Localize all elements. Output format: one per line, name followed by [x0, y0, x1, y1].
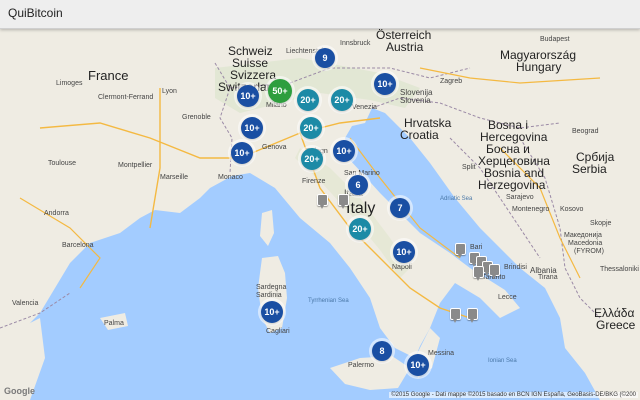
- cluster-marker[interactable]: 9: [315, 48, 335, 68]
- cluster-marker[interactable]: 10+: [407, 354, 429, 376]
- location-pin[interactable]: [473, 266, 484, 281]
- cluster-count: 9: [322, 53, 328, 63]
- cluster-marker[interactable]: 20+: [331, 89, 353, 111]
- cluster-count: 20+: [303, 123, 319, 133]
- cluster-marker[interactable]: 10+: [393, 241, 415, 263]
- cluster-marker[interactable]: 7: [390, 198, 410, 218]
- cluster-marker[interactable]: 50+: [268, 79, 292, 103]
- cluster-count: 20+: [300, 95, 316, 105]
- app-title: QuiBitcoin: [8, 6, 63, 20]
- google-logo: Google: [4, 386, 35, 396]
- cluster-count: 8: [379, 346, 385, 356]
- cluster-count: 10+: [377, 79, 393, 89]
- cluster-count: 10+: [240, 91, 256, 101]
- cluster-marker[interactable]: 10+: [261, 301, 283, 323]
- cluster-count: 10+: [396, 247, 412, 257]
- location-pin[interactable]: [489, 264, 500, 279]
- cluster-marker[interactable]: 10+: [241, 117, 263, 139]
- cluster-count: 10+: [234, 148, 250, 158]
- cluster-marker[interactable]: 20+: [300, 117, 322, 139]
- cluster-marker[interactable]: 10+: [333, 140, 355, 162]
- app-bar: QuiBitcoin: [0, 0, 640, 29]
- cluster-marker[interactable]: 10+: [237, 85, 259, 107]
- cluster-count: 6: [355, 180, 361, 190]
- cluster-marker[interactable]: 10+: [374, 73, 396, 95]
- cluster-count: 20+: [352, 224, 368, 234]
- cluster-count: 20+: [334, 95, 350, 105]
- cluster-marker[interactable]: 20+: [297, 89, 319, 111]
- cluster-count: 10+: [336, 146, 352, 156]
- location-pin[interactable]: [450, 308, 461, 323]
- cluster-count: 10+: [244, 123, 260, 133]
- cluster-count: 20+: [304, 154, 320, 164]
- location-pin[interactable]: [455, 243, 466, 258]
- cluster-marker[interactable]: 6: [348, 175, 368, 195]
- cluster-marker[interactable]: 20+: [349, 218, 371, 240]
- location-pin[interactable]: [317, 194, 328, 209]
- map-attribution[interactable]: ©2015 Google - Dati mappe ©2015 basado e…: [389, 392, 638, 398]
- cluster-count: 10+: [264, 307, 280, 317]
- map-base: [0, 28, 640, 400]
- cluster-marker[interactable]: 8: [372, 341, 392, 361]
- cluster-count: 10+: [410, 360, 426, 370]
- cluster-count: 50+: [272, 86, 288, 96]
- location-pin[interactable]: [338, 194, 349, 209]
- cluster-marker[interactable]: 20+: [301, 148, 323, 170]
- cluster-count: 7: [397, 203, 403, 213]
- map-view[interactable]: France Schweiz Suisse Svizzera Switzerla…: [0, 28, 640, 400]
- location-pin[interactable]: [467, 308, 478, 323]
- cluster-marker[interactable]: 10+: [231, 142, 253, 164]
